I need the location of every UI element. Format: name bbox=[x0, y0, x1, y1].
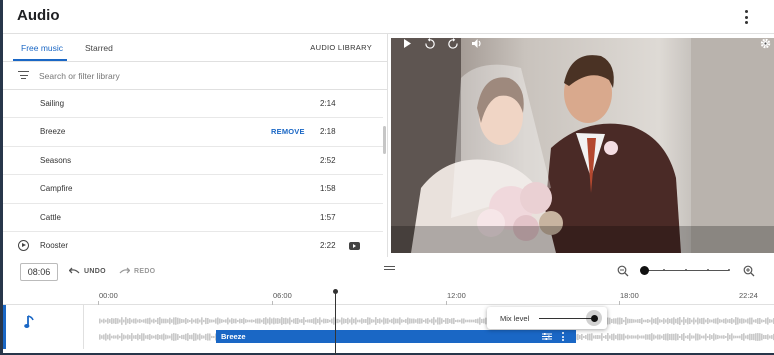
mix-level-label: Mix level bbox=[500, 314, 530, 323]
track-name: Campfire bbox=[40, 184, 73, 194]
settings-gear-icon[interactable] bbox=[760, 38, 771, 49]
library-scrollbar[interactable] bbox=[383, 126, 386, 154]
clip-name: Breeze bbox=[221, 332, 246, 341]
tab-free-music[interactable]: Free music bbox=[21, 43, 63, 53]
audio-editor: Audio Free music Starred AUDIO LIBRARY S… bbox=[0, 0, 774, 355]
ruler-label: 18:00 bbox=[620, 291, 639, 300]
zoom-slider-track[interactable] bbox=[643, 269, 730, 271]
filter-list-icon[interactable] bbox=[18, 71, 29, 80]
volume-icon[interactable] bbox=[471, 38, 483, 49]
header: Audio bbox=[3, 0, 774, 34]
list-item[interactable]: Cattle 1:57 bbox=[3, 204, 383, 232]
track-duration: 2:18 bbox=[320, 127, 336, 137]
audio-library-panel: Free music Starred AUDIO LIBRARY Sailing… bbox=[3, 34, 388, 257]
library-tabs: Free music Starred AUDIO LIBRARY bbox=[3, 34, 387, 62]
timeline-toolbar: 08:06 UNDO REDO bbox=[3, 257, 774, 287]
zoom-tick bbox=[707, 269, 709, 271]
track-name: Cattle bbox=[40, 212, 61, 222]
audio-track-lane bbox=[3, 305, 774, 353]
undo-icon bbox=[68, 267, 80, 274]
list-item[interactable]: Campfire 1:58 bbox=[3, 175, 383, 204]
tune-icon[interactable] bbox=[542, 333, 552, 340]
zoom-tick bbox=[685, 269, 687, 271]
page-title: Audio bbox=[17, 7, 60, 24]
more-vert-icon[interactable] bbox=[740, 8, 752, 26]
undo-button[interactable]: UNDO bbox=[68, 267, 106, 275]
forward-10-icon[interactable] bbox=[447, 38, 459, 49]
redo-button[interactable]: REDO bbox=[119, 267, 155, 275]
track-duration: 2:14 bbox=[320, 99, 336, 108]
play-icon[interactable] bbox=[403, 38, 412, 49]
mix-level-thumb-dot bbox=[590, 314, 598, 322]
current-time-field[interactable]: 08:06 bbox=[20, 263, 58, 281]
zoom-in-icon[interactable] bbox=[743, 265, 755, 277]
playhead-handle[interactable] bbox=[333, 289, 338, 294]
redo-label: REDO bbox=[134, 267, 156, 275]
undo-label: UNDO bbox=[84, 267, 106, 275]
track-duration: 1:57 bbox=[320, 212, 336, 222]
list-item[interactable]: Seasons 2:52 bbox=[3, 147, 383, 176]
audio-library-link[interactable]: AUDIO LIBRARY bbox=[310, 43, 372, 52]
active-tab-indicator bbox=[13, 59, 67, 61]
video-frame bbox=[391, 38, 774, 253]
ruler-label: 06:00 bbox=[273, 291, 292, 300]
track-duration: 2:52 bbox=[320, 155, 336, 165]
mix-level-popover: Mix level bbox=[487, 307, 607, 329]
ruler-label: 22:24 bbox=[739, 291, 758, 300]
remove-button[interactable]: REMOVE bbox=[271, 127, 305, 136]
video-icon bbox=[349, 241, 360, 250]
panel-resize-handle[interactable] bbox=[384, 266, 395, 270]
track-name: Sailing bbox=[40, 99, 65, 108]
tab-starred[interactable]: Starred bbox=[85, 43, 113, 53]
zoom-tick bbox=[728, 269, 730, 271]
zoom-slider-thumb[interactable] bbox=[640, 266, 649, 275]
video-preview[interactable] bbox=[391, 38, 774, 253]
clip-more-icon[interactable] bbox=[562, 332, 565, 341]
track-duration: 2:22 bbox=[320, 240, 336, 250]
list-item[interactable]: Sailing 2:14 bbox=[3, 90, 383, 119]
play-preview-icon[interactable] bbox=[18, 239, 29, 251]
list-item[interactable]: Breeze REMOVE 2:18 bbox=[3, 118, 383, 147]
timeline-ruler[interactable]: 00:00 06:00 12:00 18:00 22:24 bbox=[3, 287, 774, 305]
track-duration: 1:58 bbox=[320, 184, 336, 194]
redo-icon bbox=[119, 267, 131, 274]
track-name: Seasons bbox=[40, 155, 72, 165]
track-name: Breeze bbox=[40, 127, 66, 137]
search-input[interactable] bbox=[39, 68, 339, 84]
lane-header bbox=[6, 305, 84, 349]
list-item[interactable]: Rooster 2:22 bbox=[3, 232, 383, 257]
track-list: Sailing 2:14 Breeze REMOVE 2:18 Seasons … bbox=[3, 90, 383, 257]
playhead[interactable] bbox=[335, 291, 336, 355]
ruler-label: 12:00 bbox=[447, 291, 466, 300]
search-bar bbox=[3, 62, 387, 90]
zoom-tick bbox=[663, 269, 665, 271]
audio-clip[interactable]: Breeze bbox=[216, 330, 576, 343]
track-name: Rooster bbox=[40, 240, 69, 250]
ruler-label: 00:00 bbox=[99, 291, 118, 300]
rewind-10-icon[interactable] bbox=[424, 38, 436, 49]
music-note-icon bbox=[24, 315, 34, 328]
zoom-out-icon[interactable] bbox=[617, 265, 629, 277]
